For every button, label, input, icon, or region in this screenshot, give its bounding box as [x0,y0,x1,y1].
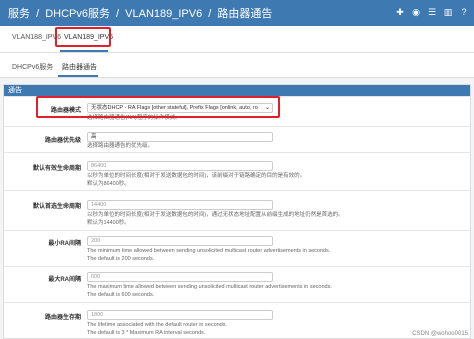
row-help: The minimum time allowed between sending… [87,248,331,254]
row-help: 以秒为单位的时间长度(相对于发送数据包的时间)，该前缀对于链路确定的目的是有效的… [87,173,306,179]
top-header: 服务 / DHCPv6服务 / VLAN189_IPV6 / 路由器通告 ✚ ◉… [0,0,474,26]
plus-icon[interactable]: ✚ [394,6,406,18]
max-ra-interval-input[interactable]: 600 [87,272,273,282]
row-help: The maximum time allowed between sending… [87,284,332,290]
help-icon[interactable]: ? [458,6,470,18]
row-router-lifetime: 路由器生存期 1800 The lifetime associated with… [4,302,470,338]
highlight-box-router-mode [36,96,280,118]
preferred-lifetime-input[interactable]: 14400 [87,200,273,210]
header-icons: ✚ ◉ ☰ ▥ ? [394,6,470,18]
router-priority-value: 高 [91,134,97,140]
breadcrumb-sep: / [208,8,212,20]
row-label: 路由器生存期 [44,315,81,321]
row-label: 默认有效生命周期 [32,166,81,172]
row-help: 默认为14400秒。 [87,220,130,226]
breadcrumb-vlan[interactable]: VLAN189_IPV6 [125,8,202,20]
row-default-preferred-lifetime: 默认首选生命周期 14400 以秒为单位的时间长度(相对于发送数据包的时间)，通… [4,190,470,230]
chart-icon[interactable]: ▥ [442,6,454,18]
stop-icon[interactable]: ◉ [410,6,422,18]
breadcrumb-sep: / [36,8,40,20]
row-min-ra-interval: 最小RA间隔 200 The minimum time allowed betw… [4,230,470,266]
tab-router-advertisements[interactable]: 路由器通告 [62,62,97,72]
breadcrumb-services[interactable]: 服务 [8,8,30,20]
row-router-priority: 路由器优先级 高 选择路由器通告的优先级。 [4,126,470,152]
breadcrumb: 服务 / DHCPv6服务 / VLAN189_IPV6 / 路由器通告 [8,5,275,21]
row-label: 默认首选生命周期 [32,204,81,210]
service-tabs: DHCPv6服务 路由器通告 [0,53,474,78]
row-help: 选择路由器通告的优先级。 [87,143,154,149]
breadcrumb-router-adv: 路由器通告 [217,8,273,20]
active-tab-underline [58,75,98,77]
tab-vlan188[interactable]: VLAN188_IPV6 [12,34,61,41]
row-label: 路由器优先级 [44,138,81,144]
breadcrumb-sep: / [116,8,120,20]
row-default-valid-lifetime: 默认有效生命周期 86400 以秒为单位的时间长度(相对于发送数据包的时间)，该… [4,152,470,190]
row-max-ra-interval: 最大RA间隔 600 The maximum time allowed betw… [4,266,470,302]
breadcrumb-dhcpv6[interactable]: DHCPv6服务 [45,8,110,20]
highlight-box-tab [55,27,111,47]
row-help: The default is 600 seconds. [87,292,155,298]
row-help: 以秒为单位的时间长度(相对于发送数据包的时间)，通过无状态地址配置从前缀生成的地… [87,212,344,218]
min-ra-interval-input[interactable]: 200 [87,236,273,246]
interface-tabs: VLAN188_IPV6 VLAN189_IPV6 [0,26,474,53]
watermark: CSDN @wohoo0015 [412,331,468,337]
menu-icon[interactable]: ☰ [426,6,438,18]
advertisements-panel: 通告 路由器模式 无状态DHCP - RA Flags [other state… [3,84,471,339]
router-lifetime-input[interactable]: 1800 [87,310,273,320]
tab-dhcpv6-server[interactable]: DHCPv6服务 [12,62,53,72]
active-tab-underline [60,50,108,52]
row-label: 最大RA间隔 [48,277,81,283]
valid-lifetime-input[interactable]: 86400 [87,161,273,171]
row-label: 最小RA间隔 [48,241,81,247]
router-priority-select[interactable]: 高 [87,132,273,142]
row-help: 默认为86400秒。 [87,181,130,187]
row-help: The default is 200 seconds. [87,256,155,262]
panel-title: 通告 [4,85,470,96]
row-help: The lifetime associated with the default… [87,322,228,328]
row-help: The default is 3 * Maximum RA interval s… [87,330,206,336]
